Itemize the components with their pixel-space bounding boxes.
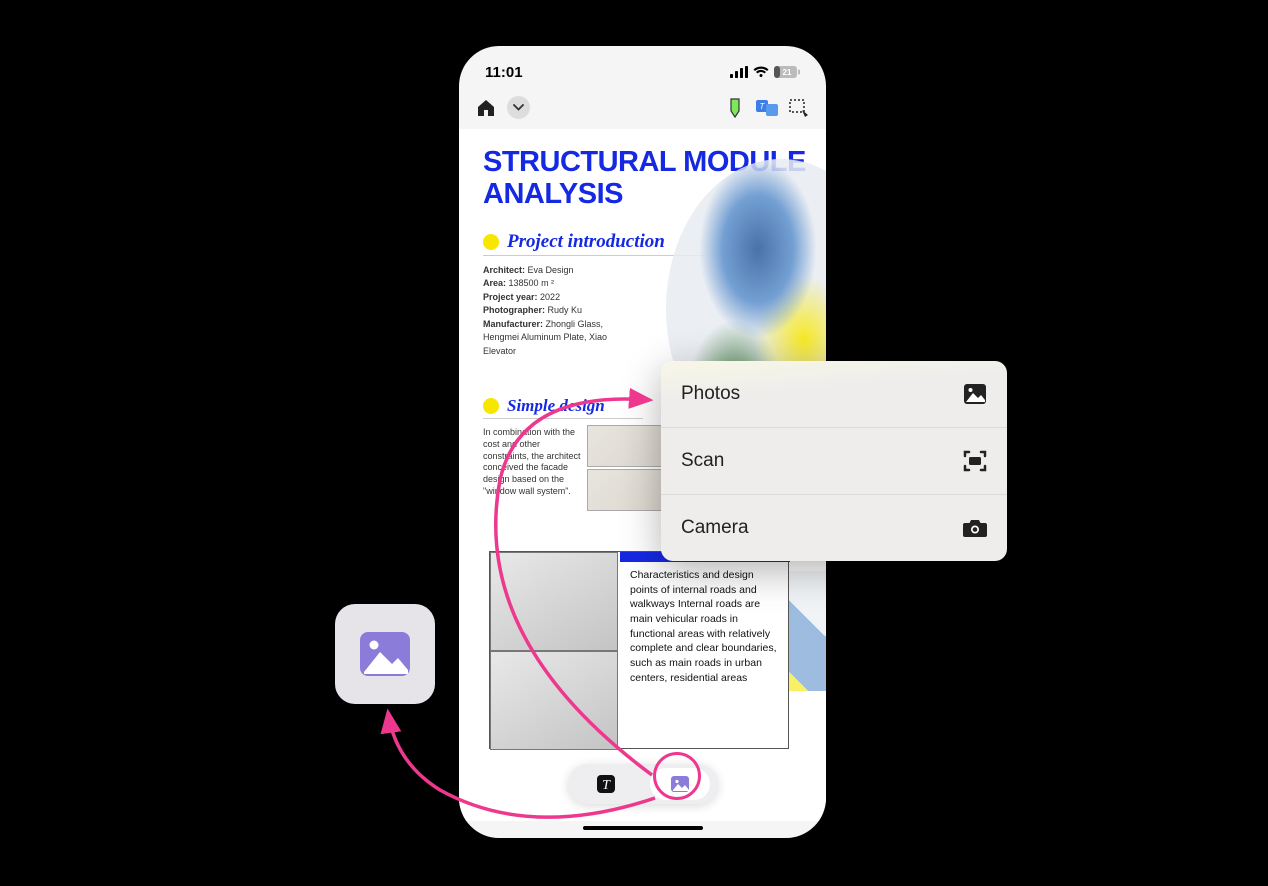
popup-item-camera[interactable]: Camera xyxy=(661,495,1007,561)
lower-panel: Characteristics and design points of int… xyxy=(489,551,789,749)
popup-item-photos[interactable]: Photos xyxy=(661,361,1007,428)
meta-value: Rudy Ku xyxy=(548,305,583,315)
home-indicator[interactable] xyxy=(583,826,703,830)
lasso-icon[interactable] xyxy=(788,97,810,119)
meta-label: Manufacturer: xyxy=(483,319,543,329)
photo-icon xyxy=(963,383,987,405)
text-tool-button[interactable]: T xyxy=(576,768,636,800)
wifi-icon xyxy=(753,66,769,78)
lower-body: Characteristics and design points of int… xyxy=(620,562,790,692)
image-icon xyxy=(358,630,412,678)
home-icon[interactable] xyxy=(475,97,497,119)
popup-label: Photos xyxy=(681,383,740,405)
status-time: 11:01 xyxy=(485,64,523,81)
lower-images xyxy=(490,552,618,750)
camera-icon xyxy=(963,518,987,538)
bullet-dot xyxy=(483,398,499,414)
bullet-dot xyxy=(483,234,499,250)
image-tool-button[interactable] xyxy=(650,768,710,800)
scan-icon xyxy=(963,450,987,472)
section-header-simple: Simple design xyxy=(483,396,643,419)
meta-label: Project year: xyxy=(483,292,538,302)
marker-icon[interactable] xyxy=(724,97,746,119)
callout-image-icon xyxy=(335,604,435,704)
meta-value: Eva Design xyxy=(528,265,574,275)
section-title: Project introduction xyxy=(507,231,665,253)
lower-text-col: Characteristics and design points of int… xyxy=(620,552,790,750)
svg-text:21: 21 xyxy=(783,68,792,77)
popup-label: Scan xyxy=(681,450,724,472)
translate-icon[interactable]: T xyxy=(756,97,778,119)
meta-value: 138500 m ² xyxy=(509,278,555,288)
section-header-intro: Project introduction xyxy=(483,231,703,256)
status-bar: 11:01 21 xyxy=(459,46,826,90)
app-toolbar: T xyxy=(459,90,826,129)
panel-image xyxy=(490,552,618,651)
section-body: In combination with the cost and other c… xyxy=(483,427,581,497)
status-icons: 21 xyxy=(730,66,800,78)
battery-icon: 21 xyxy=(774,66,800,78)
bottom-tool-pill: T xyxy=(568,764,718,804)
image-source-popup: Photos Scan Camera xyxy=(661,361,1007,561)
svg-text:T: T xyxy=(602,778,611,793)
popup-label: Camera xyxy=(681,517,749,539)
cellular-icon xyxy=(730,66,748,78)
section-title: Simple design xyxy=(507,396,605,416)
meta-label: Area: xyxy=(483,278,506,288)
chevron-down-icon[interactable] xyxy=(507,96,530,119)
meta-label: Photographer: xyxy=(483,305,545,315)
popup-item-scan[interactable]: Scan xyxy=(661,428,1007,495)
meta-value: 2022 xyxy=(540,292,560,302)
meta-label: Architect: xyxy=(483,265,525,275)
panel-image xyxy=(490,651,618,750)
